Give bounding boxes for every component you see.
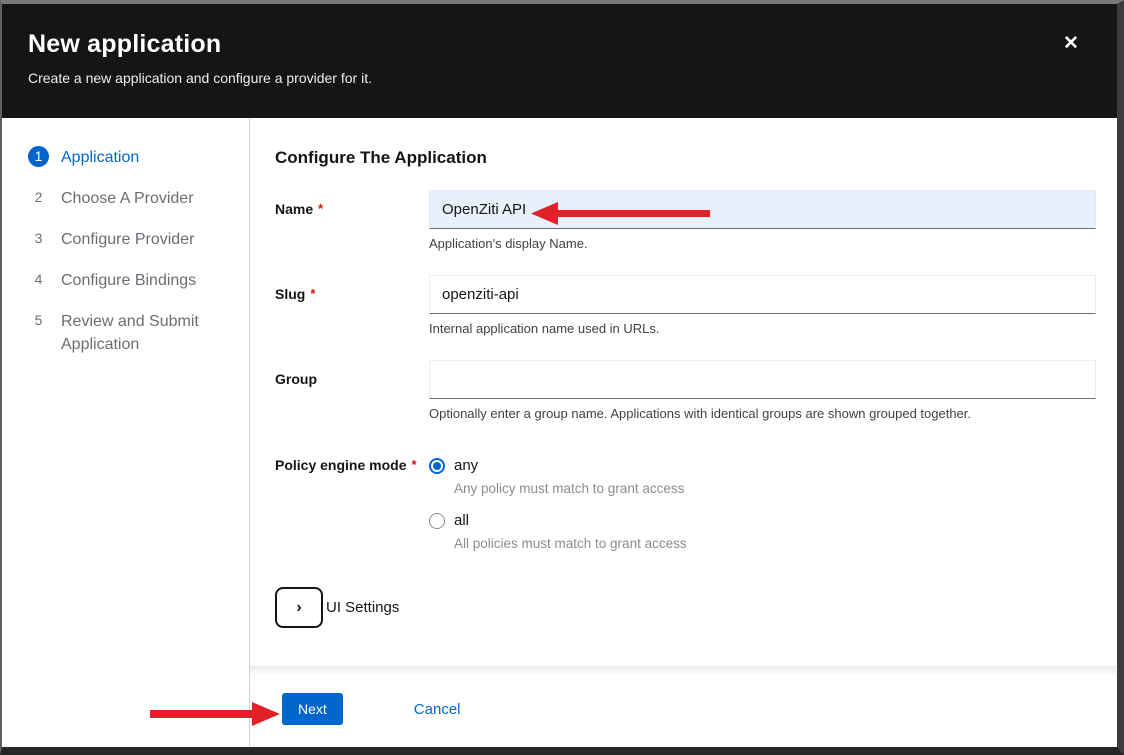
group-field-row: Group Optionally enter a group name. App… [275, 360, 1096, 421]
radio-all-label: all [454, 512, 469, 529]
radio-option-any: any Any policy must match to grant acces… [429, 457, 1096, 496]
wizard-steps-sidebar: 1 Application 2 Choose A Provider 3 Conf… [2, 118, 250, 747]
required-asterisk: * [411, 457, 416, 472]
footer-divider [250, 666, 1117, 675]
new-application-modal: New application Create a new application… [0, 0, 1124, 755]
wizard-step-application[interactable]: 1 Application [28, 146, 249, 169]
name-field-group: Application's display Name. [429, 190, 1096, 251]
group-input[interactable] [429, 360, 1096, 399]
modal-subtitle: Create a new application and configure a… [28, 70, 1089, 86]
step-number-badge: 2 [28, 187, 49, 208]
required-asterisk: * [318, 201, 323, 216]
group-helper-text: Optionally enter a group name. Applicati… [429, 406, 1096, 421]
group-field-group: Optionally enter a group name. Applicati… [429, 360, 1096, 421]
policy-engine-mode-label-text: Policy engine mode [275, 457, 406, 473]
slug-field-group: Internal application name used in URLs. [429, 275, 1096, 336]
radio-selected-icon[interactable] [429, 458, 445, 474]
policy-engine-mode-row: Policy engine mode * any Any policy must … [275, 448, 1096, 567]
step-label: Application [61, 146, 139, 169]
policy-engine-mode-label: Policy engine mode * [275, 448, 429, 567]
wizard-body: 1 Application 2 Choose A Provider 3 Conf… [2, 118, 1117, 747]
radio-any[interactable]: any [429, 457, 1096, 474]
wizard-content: Configure The Application Name * Applicat… [250, 118, 1117, 666]
slug-helper-text: Internal application name used in URLs. [429, 321, 1096, 336]
radio-option-all: all All policies must match to grant acc… [429, 512, 1096, 551]
name-helper-text: Application's display Name. [429, 236, 1096, 251]
slug-label: Slug * [275, 275, 429, 336]
name-field-row: Name * Application's display Name. [275, 190, 1096, 251]
wizard-footer: Next Cancel [250, 675, 1117, 747]
radio-any-description: Any policy must match to grant access [454, 481, 1096, 496]
next-button[interactable]: Next [282, 693, 343, 725]
radio-any-label: any [454, 457, 478, 474]
step-number-badge: 3 [28, 228, 49, 249]
slug-label-text: Slug [275, 286, 305, 302]
step-number-badge: 1 [28, 146, 49, 167]
wizard-step-review-submit[interactable]: 5 Review and Submit Application [28, 310, 249, 356]
required-asterisk: * [310, 286, 315, 301]
wizard-step-configure-provider[interactable]: 3 Configure Provider [28, 228, 249, 251]
chevron-right-icon[interactable]: › [275, 587, 323, 628]
name-input[interactable] [429, 190, 1096, 229]
radio-all-description: All policies must match to grant access [454, 536, 1096, 551]
step-number-badge: 5 [28, 310, 49, 331]
step-label: Review and Submit Application [61, 310, 206, 356]
close-icon[interactable]: ✕ [1059, 32, 1083, 56]
page-title: Configure The Application [275, 148, 1096, 168]
group-label: Group [275, 360, 429, 421]
ui-settings-label: UI Settings [326, 599, 399, 616]
ui-settings-section: › UI Settings [275, 587, 1096, 628]
slug-field-row: Slug * Internal application name used in … [275, 275, 1096, 336]
policy-engine-mode-radio-group: any Any policy must match to grant acces… [429, 448, 1096, 567]
wizard-main: Configure The Application Name * Applicat… [250, 118, 1117, 747]
modal-header: New application Create a new application… [2, 4, 1117, 118]
slug-input[interactable] [429, 275, 1096, 314]
modal-title: New application [28, 30, 1089, 59]
name-label-text: Name [275, 201, 313, 217]
wizard-step-choose-provider[interactable]: 2 Choose A Provider [28, 187, 249, 210]
step-label: Choose A Provider [61, 187, 194, 210]
step-label: Configure Provider [61, 228, 194, 251]
cancel-button[interactable]: Cancel [414, 693, 461, 718]
step-label: Configure Bindings [61, 269, 196, 292]
radio-unselected-icon[interactable] [429, 513, 445, 529]
wizard-step-configure-bindings[interactable]: 4 Configure Bindings [28, 269, 249, 292]
radio-all[interactable]: all [429, 512, 1096, 529]
step-number-badge: 4 [28, 269, 49, 290]
name-label: Name * [275, 190, 429, 251]
